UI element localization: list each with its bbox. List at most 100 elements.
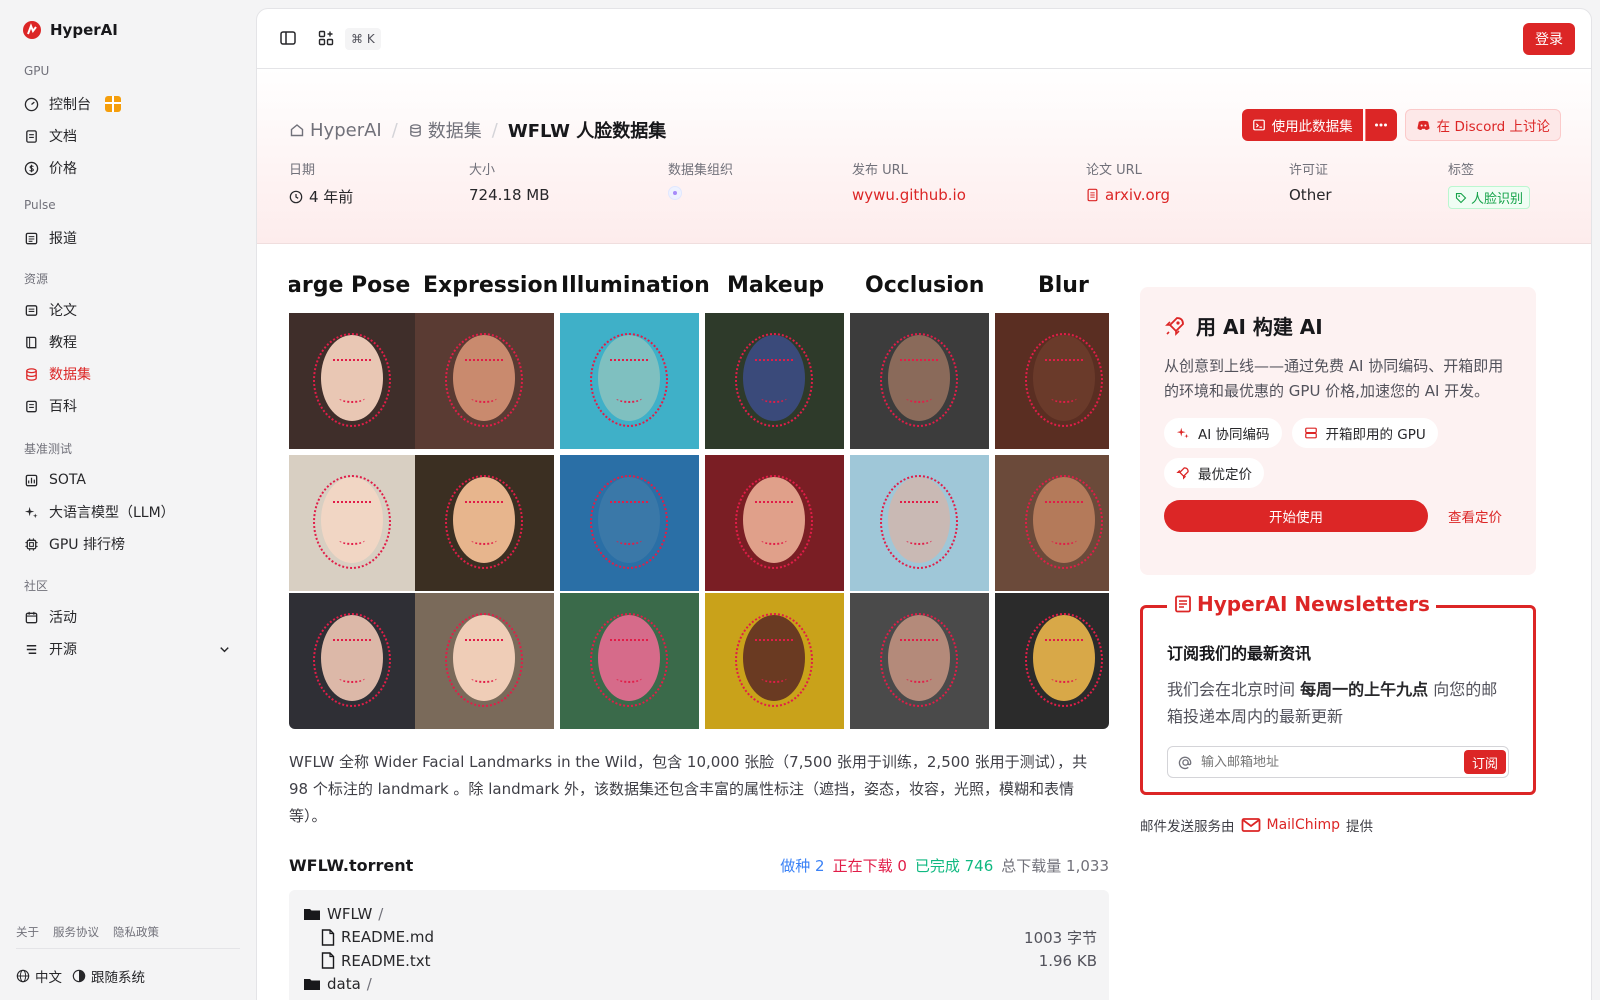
- login-button[interactable]: 登录: [1523, 23, 1575, 55]
- discord-icon: [1417, 120, 1430, 130]
- globe-icon: [16, 969, 30, 983]
- footer-link-about[interactable]: 关于: [16, 924, 39, 940]
- subscribe-button[interactable]: 订阅: [1463, 750, 1506, 774]
- sidebar-item-reports[interactable]: 报道: [16, 224, 240, 252]
- email-subscribe-row: 订阅: [1167, 746, 1509, 778]
- meta-size-value: 724.18 MB: [469, 186, 550, 204]
- figure-category-label: Blur: [1038, 273, 1089, 298]
- folder-icon: [304, 908, 320, 920]
- theme-switcher[interactable]: 跟随系统: [72, 966, 145, 986]
- breadcrumb-datasets[interactable]: 数据集: [408, 117, 482, 143]
- release-url-link[interactable]: wywu.github.io: [852, 186, 966, 204]
- footer-link-privacy[interactable]: 隐私政策: [113, 924, 159, 940]
- sidebar-item-console[interactable]: 控制台: [16, 90, 240, 118]
- gift-icon: [105, 96, 121, 112]
- breadcrumb: HyperAI / 数据集 / WFLW 人脸数据集: [289, 117, 666, 143]
- landmark-points: [339, 535, 365, 545]
- footer-divider: [16, 948, 240, 949]
- landmark-points: [333, 359, 371, 367]
- feature-chip-label: AI 协同编码: [1198, 427, 1270, 443]
- sidebar-item-docs[interactable]: 文档: [16, 122, 240, 150]
- meta-label: 大小: [469, 163, 496, 178]
- figure-category-label: Expression: [423, 273, 559, 298]
- newsletter-schedule: 每周一的上午九点: [1300, 680, 1429, 699]
- footer-link-terms[interactable]: 服务协议: [53, 924, 99, 940]
- language-switcher[interactable]: 中文: [16, 966, 62, 986]
- file-icon: [321, 929, 335, 946]
- ai-promo-title-text: 用 AI 构建 AI: [1196, 315, 1323, 339]
- dataset-description: WFLW 全称 Wider Facial Landmarks in the Wi…: [289, 753, 1088, 825]
- tag-label: 人脸识别: [1471, 192, 1524, 207]
- sidebar-item-papers[interactable]: 论文: [16, 296, 240, 324]
- sidebar-toggle-icon[interactable]: [279, 29, 297, 47]
- language-label: 中文: [35, 970, 62, 986]
- face-tile: [289, 455, 422, 591]
- breadcrumb-home[interactable]: HyperAI: [289, 120, 382, 141]
- file-row[interactable]: README.txt 1.96 KB: [303, 949, 1097, 973]
- sidebar-item-gpu-leaderboard[interactable]: GPU 排行榜: [16, 530, 240, 558]
- sidebar-item-label: 文档: [49, 129, 77, 145]
- file-name: README.md: [341, 928, 435, 947]
- newsletter-title-text: HyperAI Newsletters: [1197, 592, 1430, 616]
- section-label-community: 社区: [24, 579, 49, 593]
- sidebar-item-open-source[interactable]: 开源: [16, 635, 240, 663]
- dataset-header: HyperAI / 数据集 / WFLW 人脸数据集 使用此数据集 在 Disc…: [257, 69, 1591, 244]
- ai-promo-card: 用 AI 构建 AI 从创意到上线——通过免费 AI 协同编码、开箱即用的环境和…: [1140, 287, 1536, 575]
- completed-count: 已完成 746: [914, 857, 994, 875]
- document-icon: [26, 129, 37, 143]
- view-pricing-link[interactable]: 查看定价: [1448, 506, 1502, 526]
- landmark-points: [465, 359, 503, 367]
- meta-license: 许可证 Other: [1289, 159, 1332, 204]
- file-row-folder[interactable]: data /: [303, 973, 1097, 997]
- sidebar-item-pricing[interactable]: 价格: [16, 154, 240, 182]
- file-row-folder[interactable]: WFLW /: [303, 902, 1097, 926]
- file-size: 1003 字节: [1024, 928, 1097, 947]
- tag-badge[interactable]: 人脸识别: [1448, 186, 1531, 209]
- discord-discuss-button[interactable]: 在 Discord 上讨论: [1404, 109, 1561, 141]
- command-shortcut[interactable]: ⌘ K: [345, 28, 381, 50]
- file-row[interactable]: README.md 1003 字节: [303, 926, 1097, 950]
- landmark-points: [755, 501, 793, 509]
- sidebar-item-sota[interactable]: SOTA: [16, 466, 240, 494]
- get-started-button[interactable]: 开始使用: [1164, 500, 1428, 532]
- seeding-count: 做种 2: [780, 857, 825, 875]
- landmark-points: [1025, 475, 1103, 569]
- cpu-icon: [25, 537, 38, 551]
- sidebar-item-wiki[interactable]: 百科: [16, 392, 240, 420]
- meta-license-value: Other: [1289, 186, 1332, 204]
- sidebar-item-llm[interactable]: 大语言模型（LLM）: [16, 498, 240, 526]
- organization-avatar[interactable]: [668, 186, 682, 200]
- app: HyperAI GPU 控制台 文档 价格 Pulse 报道 资源 论文 教程: [0, 0, 1600, 1000]
- terminal-icon: [1252, 119, 1265, 131]
- rocket-icon: [1176, 467, 1189, 480]
- chevron-down-icon[interactable]: [217, 642, 232, 657]
- landmark-points: [445, 333, 523, 427]
- apps-grid-icon[interactable]: [317, 29, 335, 47]
- mailchimp-after: 提供: [1346, 819, 1373, 835]
- more-options-button[interactable]: [1364, 109, 1397, 141]
- landmark-points: [735, 475, 813, 569]
- paper-url-link[interactable]: arxiv.org: [1086, 186, 1170, 204]
- sidebar-item-label: 控制台: [49, 97, 91, 113]
- mailchimp-link[interactable]: MailChimp: [1241, 817, 1340, 833]
- landmark-points: [880, 333, 958, 427]
- section-label-resources: 资源: [24, 272, 49, 286]
- feature-chip-ai-coding: AI 协同编码: [1164, 418, 1282, 448]
- sidebar-item-events[interactable]: 活动: [16, 603, 240, 631]
- brand[interactable]: HyperAI: [22, 20, 118, 40]
- discord-discuss-label: 在 Discord 上讨论: [1436, 119, 1550, 135]
- chart-icon: [25, 474, 38, 486]
- email-input[interactable]: [1201, 754, 1464, 770]
- face-tile: [415, 593, 554, 729]
- use-dataset-button[interactable]: 使用此数据集: [1241, 109, 1363, 141]
- meta-size: 大小 724.18 MB: [469, 159, 550, 204]
- sidebar-item-datasets[interactable]: 数据集: [16, 360, 240, 388]
- meta-date: 日期 4 年前: [289, 159, 353, 207]
- landmark-points: [465, 639, 503, 647]
- section-label-gpu: GPU: [24, 64, 50, 78]
- torrent-name[interactable]: WFLW.torrent: [289, 856, 413, 875]
- sidebar-item-tutorials[interactable]: 教程: [16, 328, 240, 356]
- landmark-points: [590, 333, 668, 427]
- main-panel: ⌘ K 登录 HyperAI / 数据集 / WFLW 人脸数据集 使用此数据集…: [256, 8, 1592, 1000]
- feature-chips: AI 协同编码 开箱即用的 GPU 最优定价: [1164, 418, 1504, 488]
